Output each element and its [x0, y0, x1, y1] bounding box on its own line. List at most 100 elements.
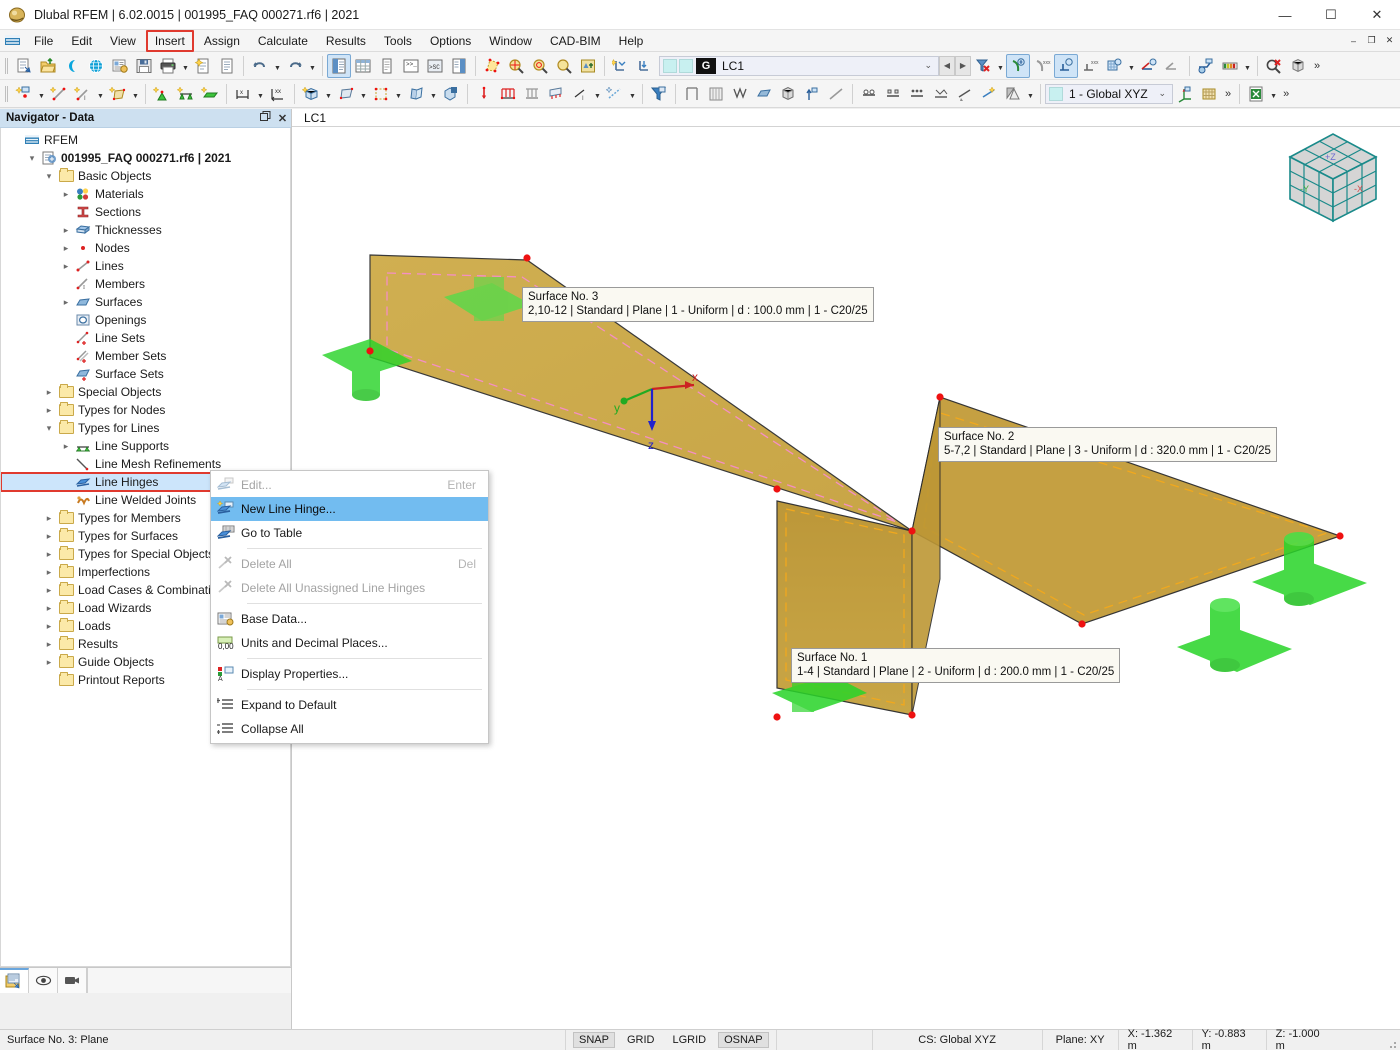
tab-data-navigator[interactable] [0, 968, 29, 993]
surface-load-icon[interactable] [544, 82, 568, 106]
context-menu-item-collapse-all[interactable]: Collapse All [211, 717, 488, 741]
new-surface-icon[interactable] [106, 82, 130, 106]
close-button[interactable]: ✕ [1354, 0, 1400, 30]
navigator-float-icon[interactable] [257, 111, 274, 125]
chevron-right-icon[interactable]: ▸ [58, 293, 74, 311]
script-panel-icon[interactable]: >SC [423, 54, 447, 78]
toolbar-grip-2[interactable] [3, 84, 10, 104]
chevron-right-icon[interactable]: ▸ [41, 635, 57, 653]
visibility-dropdown[interactable]: ▼ [1025, 82, 1036, 106]
tree-item-surface-sets[interactable]: Surface Sets [1, 365, 290, 383]
line-load-icon[interactable] [496, 82, 520, 106]
new-solid-set-icon[interactable] [439, 82, 463, 106]
hide-loads-icon[interactable] [1161, 54, 1185, 78]
new-node-icon[interactable] [12, 82, 36, 106]
menu-edit[interactable]: Edit [63, 31, 100, 51]
tree-item-001995-faq-000271-rf6-2021[interactable]: ▾ 001995_FAQ 000271.rf6 | 2021 [1, 149, 290, 167]
zoom-window-icon[interactable] [504, 54, 528, 78]
tree-item-members[interactable]: I Members [1, 275, 290, 293]
funnel-view-icon[interactable] [728, 82, 752, 106]
context-menu-item-base-data[interactable]: Base Data... [211, 607, 488, 631]
viewport-tab-lc1[interactable]: LC1 [304, 111, 326, 125]
previous-load-case-button[interactable]: ◀ [939, 55, 955, 76]
member-divisions-icon[interactable] [905, 82, 929, 106]
tree-item-thicknesses[interactable]: ▸ Thicknesses [1, 221, 290, 239]
tree-item-basic-objects[interactable]: ▾ Basic Objects [1, 167, 290, 185]
open-folder-icon[interactable] [36, 54, 60, 78]
visibility-mode-icon[interactable] [1001, 82, 1025, 106]
tree-item-surfaces[interactable]: ▸ Surfaces [1, 293, 290, 311]
chevron-right-icon[interactable]: ▸ [58, 257, 74, 275]
print-icon[interactable] [156, 54, 180, 78]
filter-dropdown-arrow[interactable]: ▼ [995, 54, 1006, 78]
tree-item-sections[interactable]: Sections [1, 203, 290, 221]
chevron-right-icon[interactable]: ▸ [41, 509, 57, 527]
grid-toggle[interactable]: GRID [621, 1032, 661, 1048]
new-surface-support-icon[interactable] [198, 82, 222, 106]
tree-item-special-objects[interactable]: ▸ Special Objects [1, 383, 290, 401]
tree-item-openings[interactable]: Openings [1, 311, 290, 329]
redo-icon[interactable] [283, 54, 307, 78]
mdi-system-icon[interactable] [3, 32, 25, 50]
chevron-right-icon[interactable]: ▸ [58, 221, 74, 239]
new-node-dropdown[interactable]: ▼ [36, 82, 47, 106]
show-line-supports-icon[interactable] [1054, 53, 1078, 78]
menu-cad-bim[interactable]: CAD-BIM [542, 31, 609, 51]
toolbar2-overflow-chevron-2[interactable]: » [1279, 88, 1293, 100]
view-cube[interactable]: +Z -Y -X [1278, 129, 1388, 229]
chevron-right-icon[interactable]: ▸ [58, 239, 74, 257]
new-surface-set-dropdown[interactable]: ▼ [428, 82, 439, 106]
member-result-beam-icon[interactable] [977, 82, 1001, 106]
menu-tools[interactable]: Tools [376, 31, 420, 51]
line-hinges-context-menu[interactable]: Edit... Enter New Line Hinge... Go to Table… [210, 470, 489, 744]
show-nodal-supports-icon[interactable] [1006, 53, 1030, 78]
member-hinge-icon[interactable] [857, 82, 881, 106]
load-case-combo[interactable]: G LC1 ⌄ [659, 55, 939, 76]
new-member-dropdown[interactable]: ▼ [95, 82, 106, 106]
new-solid-icon[interactable] [299, 82, 323, 106]
new-opening-icon[interactable] [334, 82, 358, 106]
toolbar-overflow-chevron[interactable]: » [1310, 60, 1324, 72]
status-work-plane[interactable]: Plane: XY [1041, 1029, 1118, 1050]
chevron-right-icon[interactable]: ▸ [41, 401, 57, 419]
redo-dropdown-arrow[interactable]: ▼ [307, 54, 318, 78]
imperfection-icon[interactable] [603, 82, 627, 106]
tables-panel-icon[interactable] [351, 54, 375, 78]
menu-view[interactable]: View [102, 31, 144, 51]
chevron-right-icon[interactable]: ▸ [41, 617, 57, 635]
chevron-right-icon[interactable]: ▸ [41, 581, 57, 599]
cs-chevron-down-icon[interactable]: ⌄ [1158, 88, 1166, 99]
excel-dropdown[interactable]: ▼ [1268, 82, 1279, 106]
dlubal-center-icon[interactable] [60, 54, 84, 78]
dlubal-globe-icon[interactable] [84, 54, 108, 78]
chevron-right-icon[interactable]: ▸ [41, 653, 57, 671]
member-load-icon[interactable] [520, 82, 544, 106]
chevron-right-icon[interactable]: ▸ [41, 599, 57, 617]
tree-item-rfem[interactable]: RFEM [1, 131, 290, 149]
properties-panel-icon[interactable] [375, 54, 399, 78]
new-coordinate-system-icon[interactable] [1173, 82, 1197, 106]
tree-item-nodes[interactable]: ▸ Nodes [1, 239, 290, 257]
loads-dropdown[interactable]: ▼ [592, 82, 603, 106]
snap-toggle[interactable]: SNAP [573, 1032, 615, 1048]
menu-insert[interactable]: Insert [145, 29, 194, 52]
new-load-case-icon[interactable] [609, 54, 633, 78]
chevron-right-icon[interactable]: ▸ [41, 527, 57, 545]
new-member-icon[interactable]: I [71, 82, 95, 106]
zoom-previous-icon[interactable] [552, 54, 576, 78]
coordinate-system-combo[interactable]: 1 - Global XYZ ⌄ [1045, 83, 1173, 104]
new-model-icon[interactable] [12, 54, 36, 78]
tree-item-line-supports[interactable]: ▸ Line Supports [1, 437, 290, 455]
context-menu-item-units-and-decimal-places[interactable]: 0,00 Units and Decimal Places... [211, 631, 488, 655]
chevron-down-icon[interactable]: ▾ [24, 149, 40, 167]
render-view-icon[interactable] [576, 54, 600, 78]
minimize-button[interactable]: — [1262, 0, 1308, 30]
resize-grip[interactable] [1384, 1030, 1400, 1050]
new-printout-report-icon[interactable] [191, 54, 215, 78]
hide-line-supports-icon[interactable]: xxx [1078, 54, 1102, 78]
context-menu-item-new-line-hinge[interactable]: New Line Hinge... [211, 497, 488, 521]
new-nodal-support-icon[interactable] [150, 82, 174, 106]
chevron-down-icon[interactable]: ▾ [41, 167, 57, 185]
new-line-support-icon[interactable] [174, 82, 198, 106]
show-loads-icon[interactable] [1137, 54, 1161, 78]
